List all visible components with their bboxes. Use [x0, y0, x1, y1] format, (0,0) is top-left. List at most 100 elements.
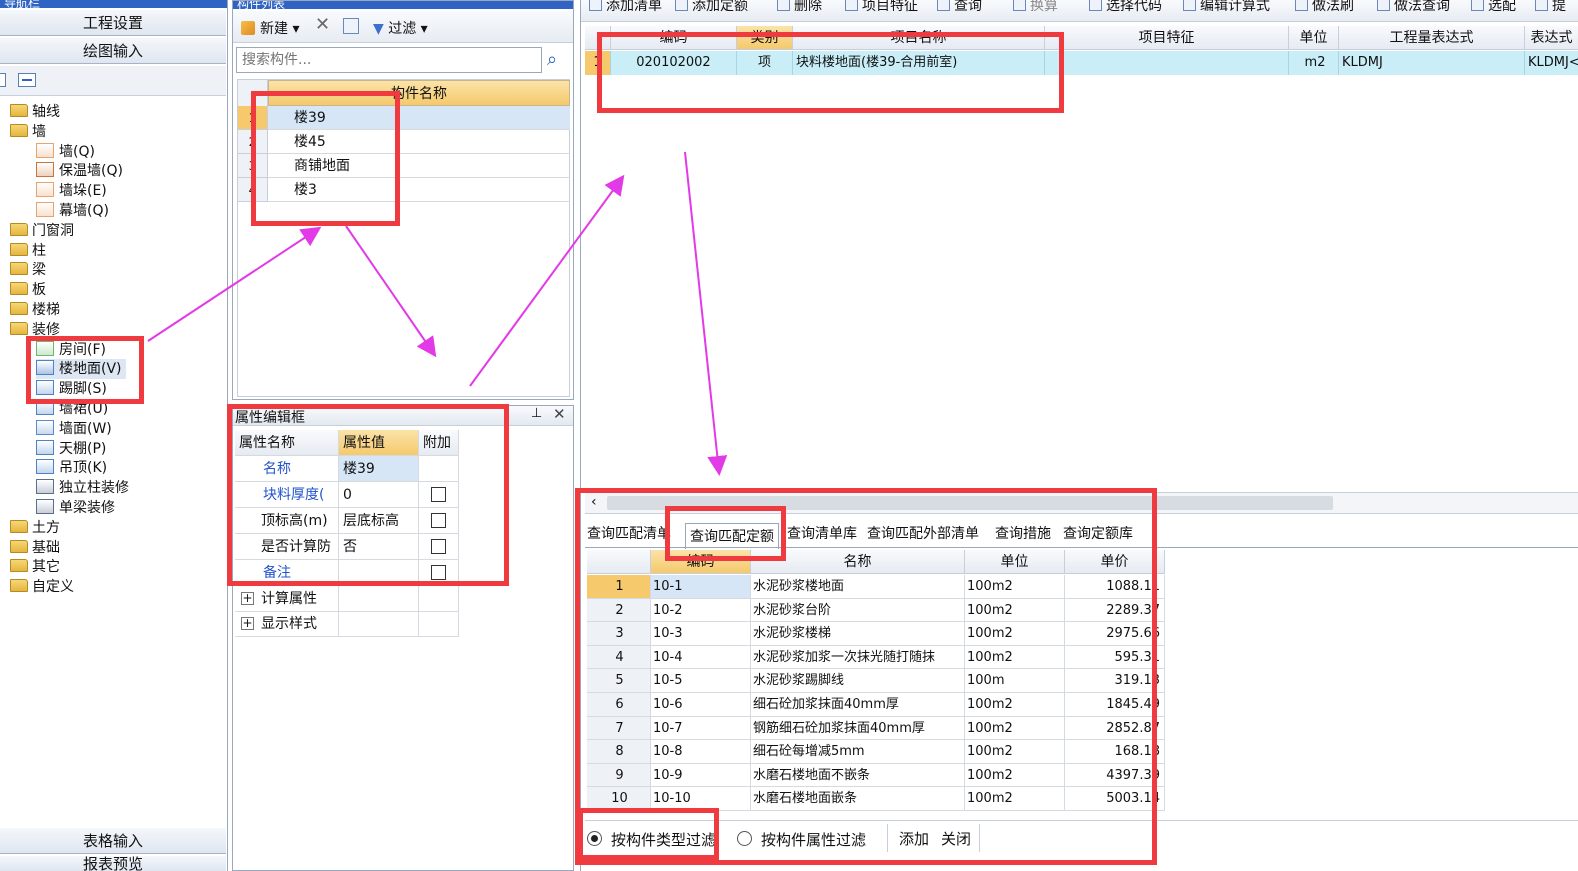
- tree-item[interactable]: 吊顶(K): [36, 458, 107, 478]
- tree-item[interactable]: 板: [10, 280, 46, 300]
- main-header-cell[interactable]: 单位: [1289, 26, 1339, 50]
- radio-checked-icon[interactable]: [587, 831, 602, 846]
- new-button[interactable]: 新建 ▾: [241, 18, 299, 38]
- report-preview-button[interactable]: 报表预览: [0, 856, 226, 871]
- quota-cell-code[interactable]: 10-2: [651, 598, 751, 623]
- pin-icon[interactable]: ⊥: [531, 406, 542, 421]
- quota-cell-unit[interactable]: 100m2: [965, 598, 1065, 623]
- quota-header-cell[interactable]: 单价: [1065, 550, 1165, 574]
- tree-item[interactable]: 墙裙(U): [36, 399, 108, 419]
- horizontal-scrollbar[interactable]: ‹: [585, 492, 1578, 514]
- quota-cell-price[interactable]: 168.18: [1065, 740, 1165, 764]
- delete-button[interactable]: 删除: [777, 0, 822, 15]
- tree-item[interactable]: 墙: [10, 122, 46, 142]
- quota-cell-unit[interactable]: 100m2: [965, 645, 1065, 670]
- tree-item[interactable]: 轴线: [10, 102, 60, 122]
- tree-item[interactable]: 楼地面(V): [36, 359, 126, 380]
- match-button[interactable]: 选配: [1471, 0, 1516, 15]
- add-bill-button[interactable]: 添加清单: [589, 0, 662, 15]
- drawing-input-button[interactable]: 绘图输入: [0, 38, 226, 64]
- quota-cell-price[interactable]: 4397.39: [1065, 763, 1165, 788]
- tree-item[interactable]: 天棚(P): [36, 439, 106, 459]
- quota-cell-unit[interactable]: 100m2: [965, 575, 1065, 599]
- main-header-cell[interactable]: 工程量表达式: [1339, 26, 1525, 50]
- quota-cell-unit[interactable]: 100m: [965, 669, 1065, 693]
- quota-cell-code[interactable]: 10-1: [651, 575, 751, 599]
- quota-cell-name[interactable]: 细石砼加浆抹面40mm厚: [751, 693, 965, 717]
- quota-cell-unit[interactable]: 100m2: [965, 740, 1065, 764]
- query-button[interactable]: 查询: [937, 0, 982, 15]
- quota-cell-price[interactable]: 2289.37: [1065, 598, 1165, 623]
- main-header-cell[interactable]: 编码: [611, 26, 737, 50]
- main-cell-unit[interactable]: m2: [1289, 51, 1339, 75]
- close-icon[interactable]: ✕: [553, 405, 566, 423]
- delete-icon[interactable]: ✕: [315, 14, 330, 35]
- quota-cell-code[interactable]: 10-10: [651, 787, 751, 811]
- filter-button[interactable]: ▼ 过滤 ▾: [373, 18, 428, 38]
- tree-item[interactable]: 装修: [10, 320, 60, 340]
- tree-item[interactable]: 单梁装修: [36, 498, 115, 518]
- property-value[interactable]: 层底标高: [339, 508, 419, 534]
- quota-header-cell[interactable]: 名称: [751, 550, 965, 574]
- edit-formula-button[interactable]: 编辑计算式: [1183, 0, 1270, 15]
- method-query-button[interactable]: 做法查询: [1377, 0, 1450, 15]
- convert-button[interactable]: 换算: [1013, 0, 1058, 15]
- search-input[interactable]: [237, 48, 527, 72]
- tree-item[interactable]: 柱: [10, 241, 46, 261]
- group-calc-properties[interactable]: + 计算属性: [235, 586, 339, 612]
- scroll-left-icon[interactable]: ‹: [591, 494, 597, 510]
- expand-plus-icon[interactable]: +: [241, 617, 254, 630]
- quota-cell-unit[interactable]: 100m2: [965, 693, 1065, 717]
- quota-cell-price[interactable]: 2975.66: [1065, 622, 1165, 646]
- quota-cell-code[interactable]: 10-8: [651, 740, 751, 764]
- extra-checkbox[interactable]: [431, 539, 446, 554]
- main-cell-type[interactable]: 项: [737, 51, 793, 75]
- component-row[interactable]: 楼45: [268, 130, 570, 154]
- quota-cell-name[interactable]: 钢筋细石砼加浆抹面40mm厚: [751, 716, 965, 741]
- quota-cell-name[interactable]: 水泥砂浆台阶: [751, 598, 965, 623]
- quota-cell-price[interactable]: 1088.11: [1065, 575, 1165, 599]
- property-value[interactable]: 否: [339, 534, 419, 560]
- close-button[interactable]: 关闭: [941, 828, 971, 849]
- component-row[interactable]: 商铺地面: [268, 154, 570, 178]
- tree-item[interactable]: 门窗洞: [10, 221, 74, 241]
- quota-cell-code[interactable]: 10-3: [651, 622, 751, 646]
- search-box[interactable]: [236, 47, 542, 73]
- method-brush-button[interactable]: 做法刷: [1295, 0, 1354, 15]
- tree-item[interactable]: 踢脚(S): [36, 379, 107, 399]
- quota-cell-name[interactable]: 水磨石楼地面嵌条: [751, 787, 965, 811]
- tree-item[interactable]: 楼梯: [10, 300, 60, 320]
- add-quota-button[interactable]: 添加定额: [675, 0, 748, 15]
- quota-cell-price[interactable]: 319.13: [1065, 669, 1165, 693]
- quota-cell-name[interactable]: 水泥砂浆踢脚线: [751, 669, 965, 693]
- query-tab[interactable]: 查询匹配外部清单: [867, 521, 979, 547]
- main-header-cell[interactable]: 项目名称: [793, 26, 1045, 50]
- main-cell-name[interactable]: 块料楼地面(楼39-合用前室): [793, 51, 1045, 75]
- query-tab[interactable]: 查询清单库: [787, 521, 857, 547]
- query-tab[interactable]: 查询措施: [995, 521, 1051, 547]
- component-row[interactable]: 楼3: [268, 178, 570, 202]
- collapse-icon[interactable]: [18, 73, 36, 87]
- quota-cell-price[interactable]: 1845.49: [1065, 693, 1165, 717]
- main-header-cell[interactable]: 类别: [737, 26, 793, 50]
- tree-item[interactable]: 基础: [10, 538, 60, 558]
- quota-header-cell[interactable]: 单位: [965, 550, 1065, 574]
- quota-cell-unit[interactable]: 100m2: [965, 716, 1065, 741]
- expand-icon[interactable]: [0, 73, 6, 87]
- main-cell-expr2[interactable]: KLDMJ<: [1525, 51, 1578, 75]
- quota-cell-unit[interactable]: 100m2: [965, 763, 1065, 788]
- extra-checkbox[interactable]: [431, 565, 446, 580]
- main-cell-code[interactable]: 020102002: [611, 51, 737, 75]
- add-button[interactable]: 添加: [899, 828, 929, 849]
- main-header-cell[interactable]: 项目特征: [1045, 26, 1289, 50]
- table-input-button[interactable]: 表格输入: [0, 828, 226, 854]
- quota-cell-code[interactable]: 10-7: [651, 716, 751, 741]
- quota-cell-name[interactable]: 水泥砂浆楼地面: [751, 575, 965, 599]
- quota-cell-code[interactable]: 10-5: [651, 669, 751, 693]
- quota-cell-code[interactable]: 10-6: [651, 693, 751, 717]
- main-header-cell[interactable]: 表达式说明: [1525, 26, 1578, 70]
- group-display-style[interactable]: + 显示样式: [235, 611, 339, 637]
- select-code-button[interactable]: 选择代码: [1089, 0, 1162, 15]
- query-tab[interactable]: 查询匹配清单: [587, 521, 671, 547]
- extra-checkbox[interactable]: [431, 513, 446, 528]
